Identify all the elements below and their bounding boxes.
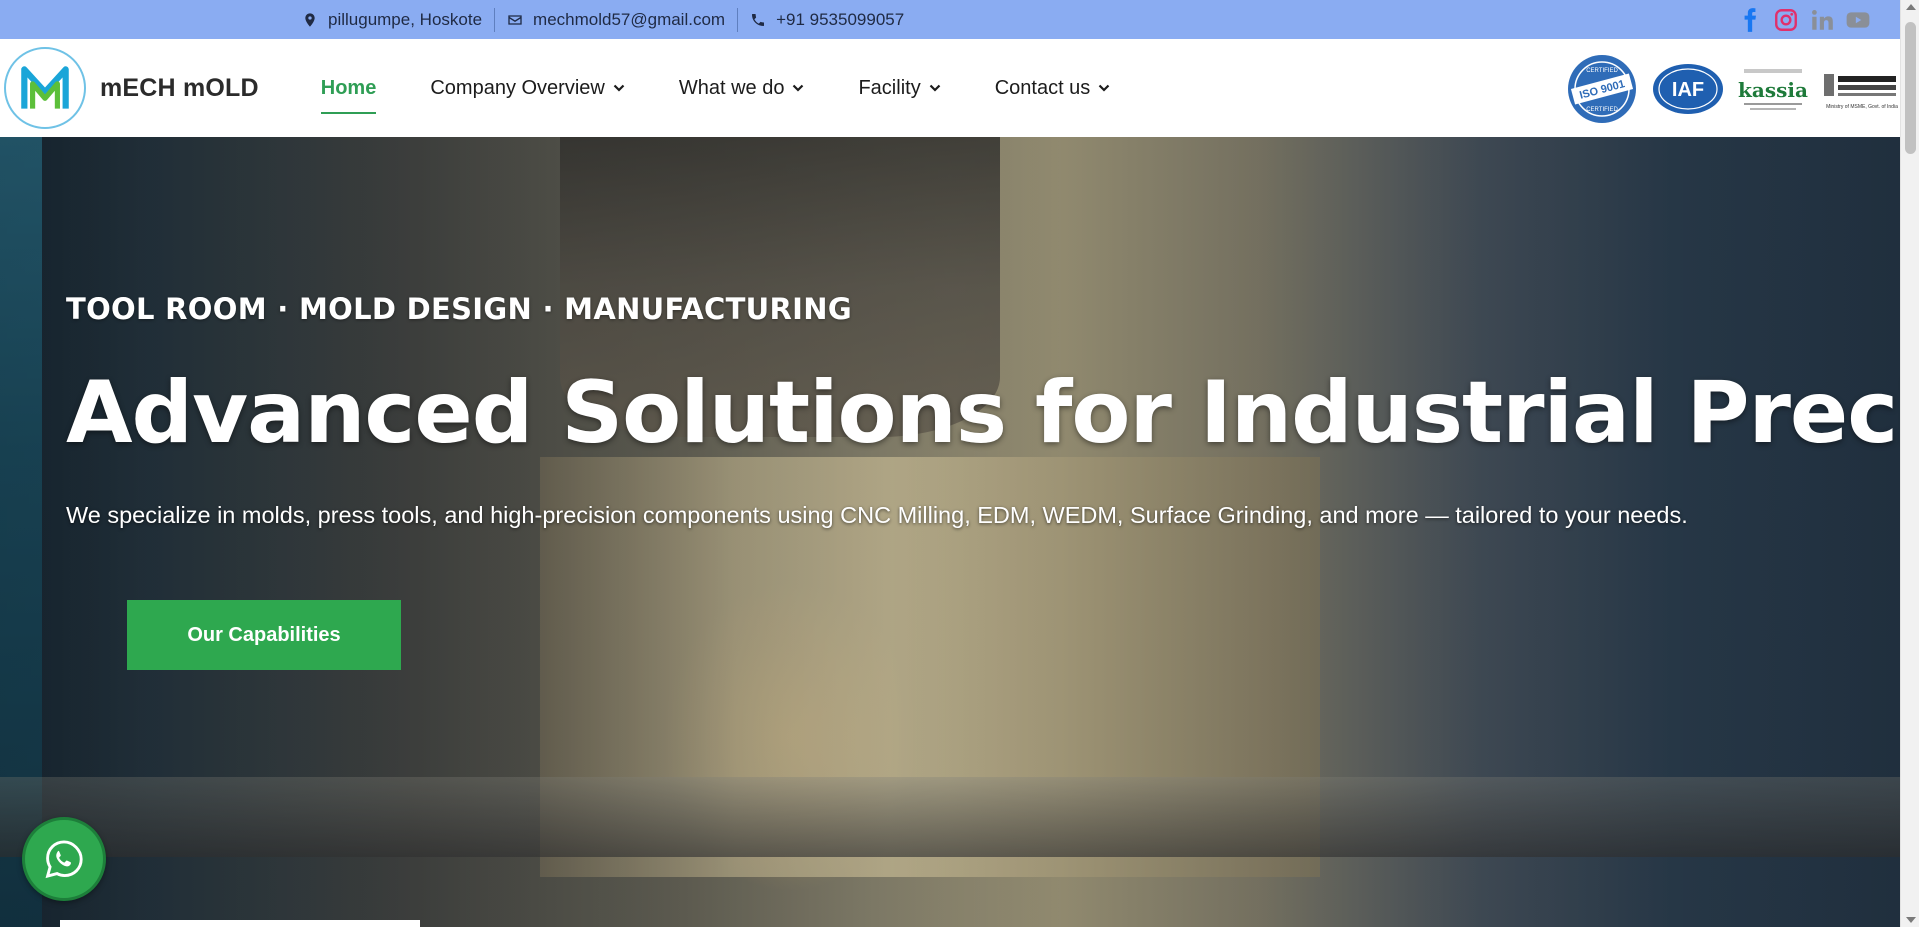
chevron-down-icon bbox=[613, 84, 625, 92]
youtube-icon[interactable] bbox=[1844, 7, 1872, 33]
our-capabilities-button[interactable]: Our Capabilities bbox=[127, 600, 401, 670]
map-pin-icon bbox=[305, 12, 315, 27]
facebook-icon[interactable] bbox=[1736, 7, 1764, 33]
location-text: pillugumpe, Hoskote bbox=[328, 9, 483, 29]
chevron-down-icon bbox=[1099, 84, 1110, 92]
phone-info[interactable]: +91 9535099057 bbox=[737, 7, 916, 32]
iso-badge-top: CERTIFIED bbox=[1586, 68, 1618, 74]
nav-contact-us-label: Contact us bbox=[994, 76, 1091, 99]
top-info-bar: pillugumpe, Hoskote mechmold57@gmail.com… bbox=[0, 0, 1900, 39]
brand-name[interactable]: mECH mOLD bbox=[100, 74, 259, 103]
email-link[interactable]: mechmold57@gmail.com bbox=[533, 10, 725, 30]
nav-facility[interactable]: Facility bbox=[858, 68, 940, 108]
main-nav: Home Company Overview What we do Facilit… bbox=[320, 68, 1165, 114]
nav-company-overview[interactable]: Company Overview bbox=[430, 68, 625, 108]
nav-home[interactable]: Home bbox=[320, 68, 377, 114]
logo[interactable] bbox=[4, 47, 86, 129]
iaf-badge: IAF bbox=[1652, 63, 1724, 115]
iso-9001-badge: ISO 9001 CERTIFIED CERTIFIED bbox=[1566, 53, 1638, 125]
envelope-icon bbox=[508, 14, 522, 25]
hero-content: TOOL ROOM · MOLD DESIGN · MANUFACTURING … bbox=[66, 292, 1900, 529]
iaf-badge-text: IAF bbox=[1672, 79, 1704, 101]
location-info: pillugumpe, Hoskote bbox=[302, 8, 494, 32]
kassia-logo: kassia bbox=[1738, 59, 1808, 119]
contact-info: pillugumpe, Hoskote mechmold57@gmail.com… bbox=[302, 7, 916, 32]
hero-headline: Advanced Solutions for Industrial Precis… bbox=[66, 363, 1900, 463]
certification-logos: ISO 9001 CERTIFIED CERTIFIED IAF kassia bbox=[1566, 53, 1900, 125]
chevron-down-icon bbox=[793, 84, 804, 92]
nav-facility-label: Facility bbox=[858, 76, 921, 99]
hero-banner: TOOL ROOM · MOLD DESIGN · MANUFACTURING … bbox=[0, 137, 1900, 927]
social-links bbox=[1736, 7, 1872, 33]
msme-logo: Ministry of MSME, Govt. of India bbox=[1822, 64, 1900, 114]
m-logo-icon bbox=[21, 66, 69, 109]
hero-overlay bbox=[0, 137, 1900, 927]
hero-subtitle: We specialize in molds, press tools, and… bbox=[66, 502, 1688, 528]
email-info[interactable]: mechmold57@gmail.com bbox=[494, 7, 737, 32]
nav-home-label: Home bbox=[320, 76, 377, 99]
scroll-up-arrow-icon[interactable] bbox=[1906, 4, 1916, 10]
nav-contact-us[interactable]: Contact us bbox=[995, 68, 1111, 108]
whatsapp-button[interactable] bbox=[22, 817, 106, 901]
slider-progress-strip bbox=[60, 920, 420, 927]
scroll-down-arrow-icon[interactable] bbox=[1906, 917, 1916, 923]
nav-what-we-do-label: What we do bbox=[678, 76, 785, 99]
msme-caption: Ministry of MSME, Govt. of India bbox=[1826, 104, 1898, 110]
nav-what-we-do[interactable]: What we do bbox=[679, 68, 805, 108]
page-scrollbar[interactable] bbox=[1900, 0, 1919, 927]
whatsapp-icon bbox=[45, 840, 83, 879]
phone-icon bbox=[752, 13, 765, 26]
site-header: mECH mOLD Home Company Overview What we … bbox=[0, 39, 1900, 137]
phone-link[interactable]: +91 9535099057 bbox=[776, 10, 904, 30]
hero-eyebrow: TOOL ROOM · MOLD DESIGN · MANUFACTURING bbox=[66, 292, 852, 326]
kassia-text: kassia bbox=[1738, 78, 1808, 102]
chevron-down-icon bbox=[929, 84, 940, 92]
brand[interactable]: mECH mOLD bbox=[4, 47, 259, 129]
scrollbar-thumb[interactable] bbox=[1905, 22, 1916, 154]
linkedin-icon[interactable] bbox=[1808, 7, 1836, 33]
nav-company-overview-label: Company Overview bbox=[430, 76, 605, 99]
instagram-icon[interactable] bbox=[1772, 7, 1800, 33]
iso-badge-bottom: CERTIFIED bbox=[1586, 107, 1618, 113]
